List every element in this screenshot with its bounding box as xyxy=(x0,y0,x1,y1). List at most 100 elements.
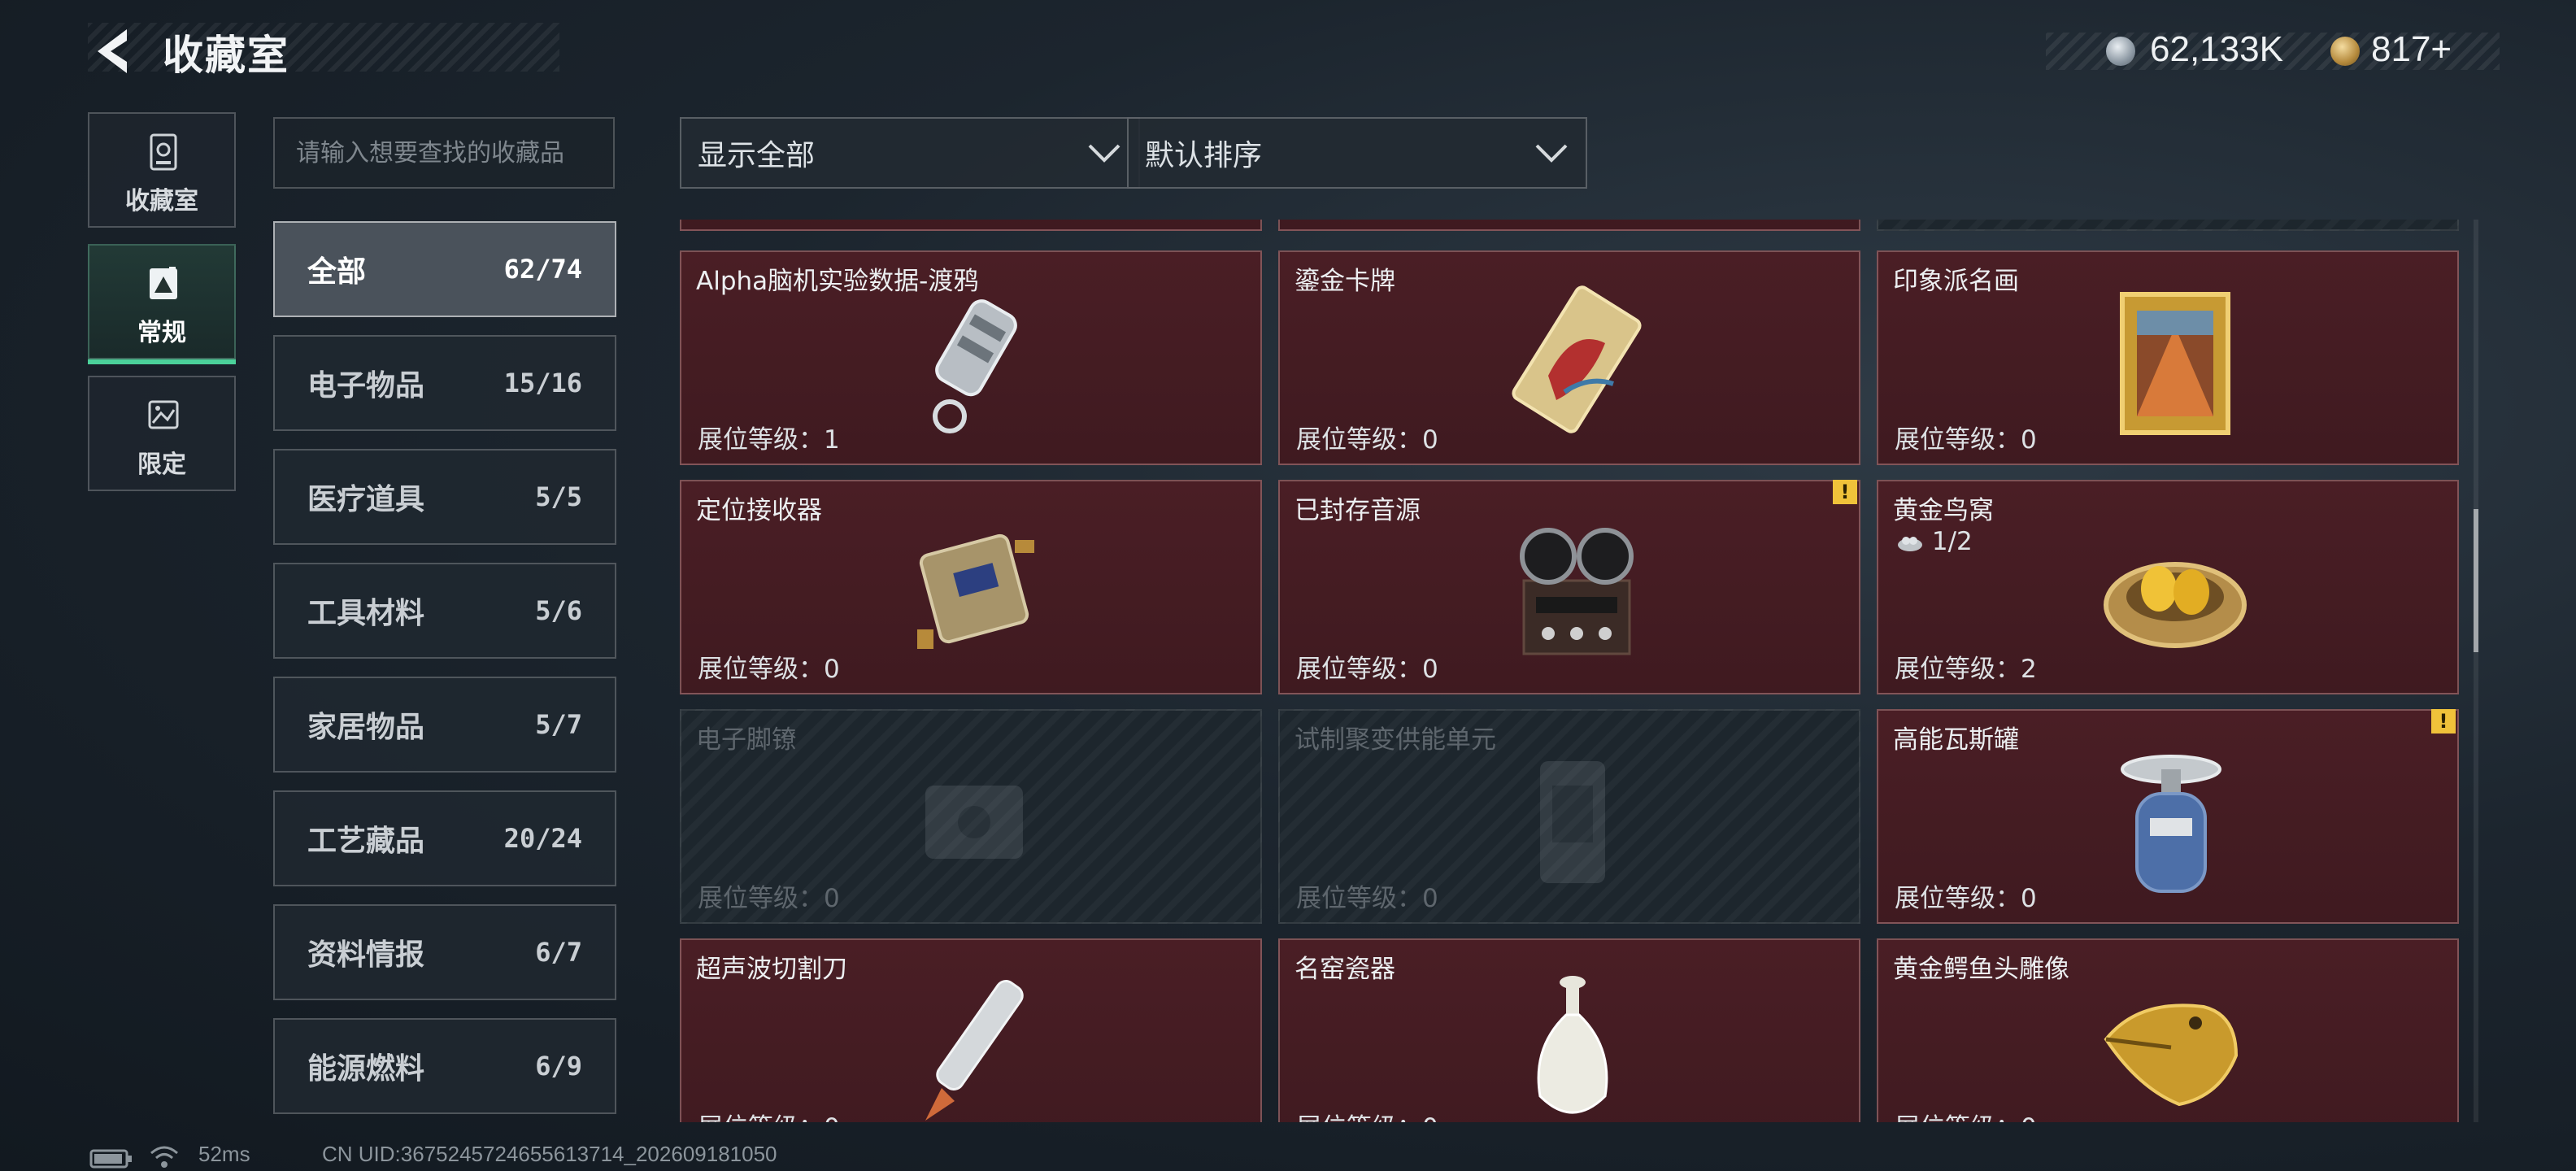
item-card-painting[interactable]: 印象派名画 展位等级：0 xyxy=(1877,250,2459,465)
golden-crocodile-icon xyxy=(2104,1003,2239,1107)
category-name: 资料情报 xyxy=(307,938,425,972)
item-name: 电子脚镣 xyxy=(696,725,797,755)
item-card-golden-crocodile[interactable]: 黄金鳄鱼头雕像 展位等级：0 xyxy=(1877,938,2459,1122)
electronic-shackle-icon xyxy=(925,786,1023,859)
nav-label: 常规 xyxy=(137,319,186,347)
battery-icon xyxy=(89,1149,132,1169)
page-title: 收藏室 xyxy=(163,32,289,79)
uid-text: CN UID:3675245724655613714_202609181050 xyxy=(322,1142,777,1166)
item-level: 展位等级：0 xyxy=(1296,425,1438,455)
category-count: 5/7 xyxy=(535,709,582,740)
search-box[interactable] xyxy=(273,117,615,189)
item-level: 展位等级：0 xyxy=(698,884,840,913)
item-card-gas-canister[interactable]: ! 高能瓦斯罐 展位等级：0 xyxy=(1877,709,2459,924)
fusion-unit-icon xyxy=(1540,761,1605,883)
category-count: 6/7 xyxy=(535,937,582,968)
silver-coin-icon xyxy=(2106,37,2135,66)
usb-drive-icon xyxy=(933,299,1017,433)
item-card-alpha-data[interactable]: Alpha脑机实验数据-渡鸦 展位等级：1 xyxy=(680,250,1262,465)
ultrasonic-cutter-icon xyxy=(925,980,1024,1121)
back-arrow-icon[interactable] xyxy=(88,24,137,78)
reel-tape-recorder-icon xyxy=(1520,528,1634,655)
category-electronics[interactable]: 电子物品 15/16 xyxy=(273,335,616,431)
category-name: 工具材料 xyxy=(307,597,425,630)
item-card-gilded-card[interactable]: 鎏金卡牌 展位等级：0 xyxy=(1278,250,1860,465)
sort-value: 默认排序 xyxy=(1145,139,1263,172)
category-count: 6/9 xyxy=(535,1051,582,1082)
item-level: 展位等级：0 xyxy=(698,655,840,684)
item-name: 鎏金卡牌 xyxy=(1295,267,1395,296)
gold-amount: 817+ xyxy=(2371,29,2452,69)
item-card[interactable] xyxy=(680,220,1262,231)
gas-canister-icon xyxy=(2121,755,2221,893)
item-count: 1/2 xyxy=(1931,527,1973,556)
category-count: 5/6 xyxy=(535,595,582,626)
item-name: 名窑瓷器 xyxy=(1295,955,1395,984)
chevron-down-icon xyxy=(1088,144,1120,163)
collection-room-icon xyxy=(145,132,182,172)
chevron-down-icon xyxy=(1535,144,1568,163)
item-name: 印象派名画 xyxy=(1893,267,2019,296)
item-progress: 1/2 xyxy=(1896,527,1973,556)
gilded-card-icon xyxy=(1512,285,1642,433)
item-level: 展位等级：2 xyxy=(1895,655,2037,684)
item-name: 已封存音源 xyxy=(1295,496,1421,525)
category-count: 15/16 xyxy=(503,368,582,398)
title-bar-bg xyxy=(88,23,559,72)
category-name: 能源燃料 xyxy=(307,1052,425,1086)
grid-scroll-thumb[interactable] xyxy=(2474,509,2478,652)
category-name: 家居物品 xyxy=(307,711,425,744)
show-filter-dropdown[interactable]: 显示全部 xyxy=(680,117,1140,189)
category-tools[interactable]: 工具材料 5/6 xyxy=(273,563,616,659)
item-name: 高能瓦斯罐 xyxy=(1893,725,2019,755)
item-card-golden-nest[interactable]: 黄金鸟窝 1/2 展位等级：2 xyxy=(1877,480,2459,694)
category-name: 工艺藏品 xyxy=(307,825,425,858)
item-level: 展位等级：0 xyxy=(1895,425,2037,455)
grid-scrollbar[interactable] xyxy=(2474,220,2478,1122)
item-card-ultrasonic-cutter[interactable]: 超声波切割刀 展位等级：0 xyxy=(680,938,1262,1122)
category-all[interactable]: 全部 62/74 xyxy=(273,221,616,317)
item-name: 超声波切割刀 xyxy=(696,955,847,984)
item-name: 黄金鸟窝 xyxy=(1893,496,1994,525)
item-name: 试制聚变供能单元 xyxy=(1295,725,1496,755)
item-card[interactable] xyxy=(1278,220,1860,231)
category-energy[interactable]: 能源燃料 6/9 xyxy=(273,1018,616,1114)
item-level: 展位等级：1 xyxy=(698,425,840,455)
category-count: 20/24 xyxy=(503,823,582,854)
warning-badge-icon: ! xyxy=(2431,709,2456,734)
nav-collection-room[interactable]: 收藏室 xyxy=(88,112,236,228)
collection-grid: Alpha脑机实验数据-渡鸦 展位等级：1 鎏金卡牌 展位等级：0 印象派名画 … xyxy=(680,220,2462,1122)
item-card[interactable] xyxy=(1877,220,2459,231)
category-household[interactable]: 家居物品 5/7 xyxy=(273,677,616,773)
category-name: 电子物品 xyxy=(307,369,425,403)
show-filter-value: 显示全部 xyxy=(698,139,816,172)
category-intel[interactable]: 资料情报 6/7 xyxy=(273,904,616,1000)
item-card-sealed-audio[interactable]: ! 已封存音源 展位等级：0 xyxy=(1278,480,1860,694)
category-name: 全部 xyxy=(307,255,367,289)
category-crafts[interactable]: 工艺藏品 20/24 xyxy=(273,790,616,886)
sort-dropdown[interactable]: 默认排序 xyxy=(1127,117,1587,189)
porcelain-vase-icon xyxy=(1537,976,1608,1114)
category-count: 5/5 xyxy=(535,481,582,512)
item-level: 展位等级：0 xyxy=(1296,655,1438,684)
regular-icon xyxy=(145,263,182,304)
limited-icon xyxy=(145,395,182,436)
nest-small-icon xyxy=(1898,537,1922,551)
item-level: 展位等级：0 xyxy=(698,1107,840,1122)
nav-label: 收藏室 xyxy=(125,187,198,215)
locator-receiver-icon xyxy=(917,533,1034,649)
item-card-fusion-unit[interactable]: 试制聚变供能单元 展位等级：0 xyxy=(1278,709,1860,924)
nav-regular[interactable]: 常规 xyxy=(88,244,236,364)
item-card-electronic-shackle[interactable]: 电子脚镣 展位等级：0 xyxy=(680,709,1262,924)
nav-limited[interactable]: 限定 xyxy=(88,376,236,491)
category-medical[interactable]: 医疗道具 5/5 xyxy=(273,449,616,545)
item-card-porcelain[interactable]: 名窑瓷器 展位等级：0 xyxy=(1278,938,1860,1122)
item-card-locator[interactable]: 定位接收器 展位等级：0 xyxy=(680,480,1262,694)
framed-painting-icon xyxy=(2120,292,2230,435)
warning-badge-icon: ! xyxy=(1833,480,1857,504)
search-input[interactable] xyxy=(296,138,592,168)
item-level: 展位等级：0 xyxy=(1895,1107,2037,1122)
nav-label: 限定 xyxy=(137,451,186,479)
item-level: 展位等级：0 xyxy=(1296,1107,1438,1122)
item-name: 黄金鳄鱼头雕像 xyxy=(1893,955,2069,984)
